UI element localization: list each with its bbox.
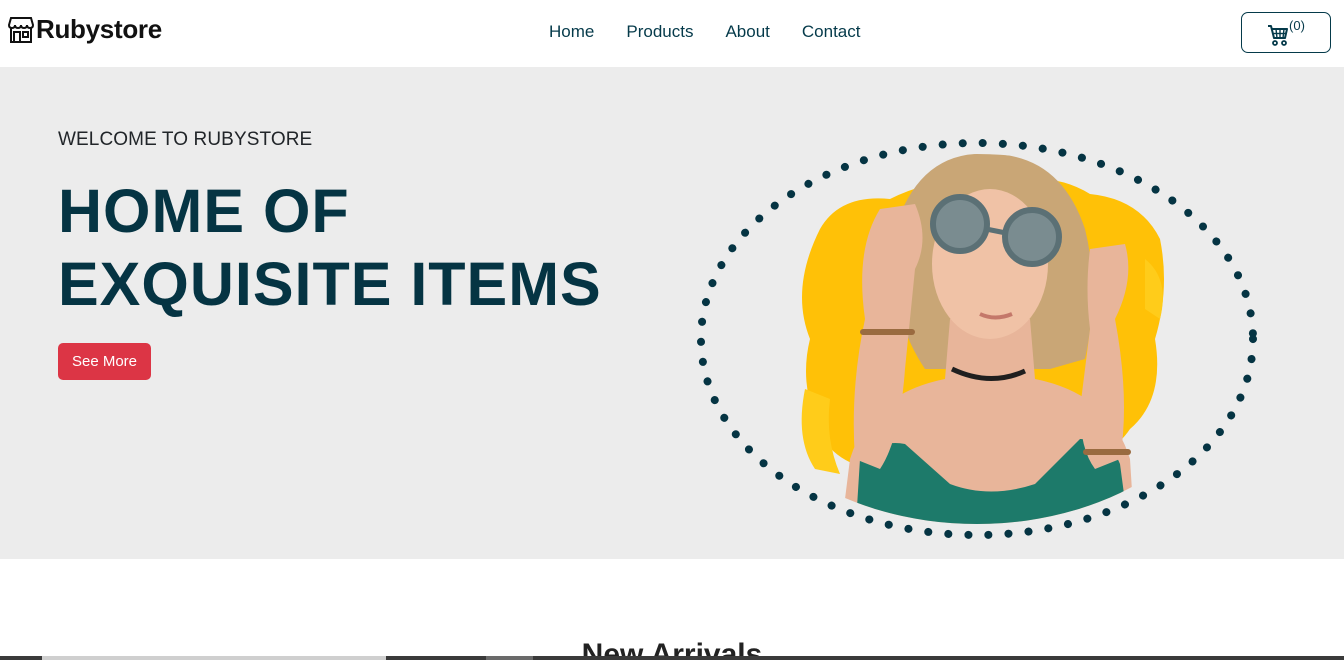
brand-name: Rubystore (36, 14, 162, 44)
navbar: Rubystore Home Products About Contact (0… (0, 0, 1344, 67)
hero-headline: HOME OF EXQUISITE ITEMS (58, 175, 602, 321)
see-more-button[interactable]: See More (58, 343, 151, 380)
product-thumbnail-top (486, 656, 533, 660)
hero-image (697, 139, 1257, 539)
cart-count: (0) (1289, 18, 1305, 33)
hero-headline-line1: HOME OF (58, 177, 350, 245)
product-images-strip (0, 656, 1344, 660)
nav-link-contact[interactable]: Contact (802, 22, 861, 42)
cart-icon (1268, 25, 1289, 46)
hero-section: WELCOME TO RUBYSTORE HOME OF EXQUISITE I… (0, 67, 1344, 559)
brand-link[interactable]: Rubystore (8, 14, 162, 45)
product-thumbnail-top (42, 656, 386, 660)
cart-button[interactable]: (0) (1241, 12, 1331, 53)
nav-link-home[interactable]: Home (549, 22, 594, 42)
nav-link-products[interactable]: Products (626, 22, 693, 42)
main-nav: Home Products About Contact (549, 22, 892, 42)
hero-eyebrow: WELCOME TO RUBYSTORE (58, 129, 313, 150)
hero-headline-line2: EXQUISITE ITEMS (58, 250, 602, 318)
nav-link-about[interactable]: About (725, 22, 769, 42)
store-icon (8, 16, 34, 43)
